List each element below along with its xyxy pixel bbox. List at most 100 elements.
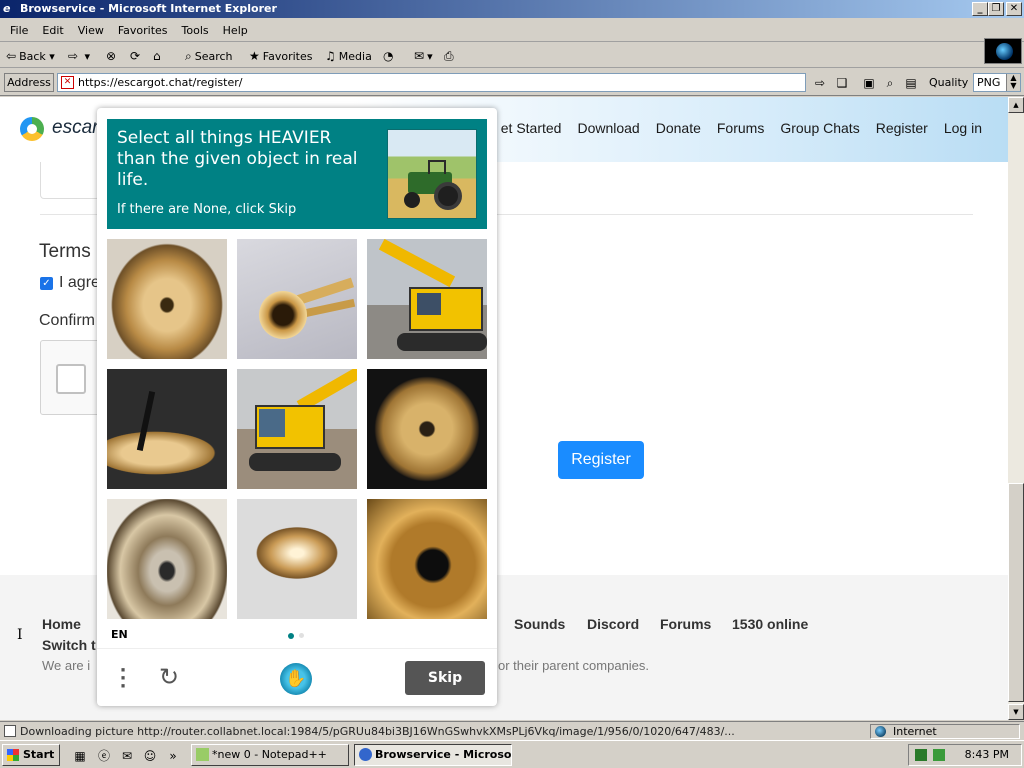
nav-get-started[interactable]: et Started (501, 120, 562, 136)
scroll-up-icon[interactable]: ▲ (1008, 97, 1024, 113)
nav-donate[interactable]: Donate (656, 120, 701, 136)
home-button[interactable]: ⌂ (153, 46, 164, 66)
search-icon: ⌕ (185, 49, 192, 63)
home-icon: ⌂ (153, 49, 161, 63)
captcha-tile-1-cymbal[interactable] (107, 239, 227, 359)
start-button[interactable]: Start (2, 744, 60, 766)
show-desktop-icon[interactable]: ▦ (72, 748, 88, 764)
search-button[interactable]: ⌕ Search (185, 46, 233, 66)
captcha-checkbox[interactable] (56, 364, 86, 394)
captcha-tile-8-cymbal[interactable] (237, 499, 357, 619)
confirm-label: Confirm (39, 312, 96, 329)
skip-button[interactable]: Skip (405, 661, 485, 695)
captcha-tile-5-excavator[interactable] (237, 369, 357, 489)
nav-forums[interactable]: Forums (717, 120, 764, 136)
escargot-logo-icon[interactable] (20, 117, 44, 141)
favorites-icon: ★ (249, 49, 260, 63)
clipboard-icon[interactable]: ▤ (903, 75, 919, 91)
menu-edit[interactable]: Edit (35, 20, 70, 42)
ie-quicklaunch-icon[interactable]: ⓔ (96, 748, 112, 764)
menu-view[interactable]: View (71, 20, 111, 42)
excavator-window (417, 293, 441, 315)
quicklaunch-more-icon[interactable]: » (165, 748, 181, 764)
favorites-label: Favorites (262, 50, 313, 63)
nav-register[interactable]: Register (876, 120, 928, 136)
menu-help[interactable]: Help (216, 20, 255, 42)
form-input-field[interactable] (40, 162, 100, 199)
go-icon[interactable]: ⇨ (812, 75, 828, 91)
menu-tools[interactable]: Tools (175, 20, 216, 42)
history-button[interactable]: ◔ (383, 46, 396, 66)
mail-button[interactable]: ✉ ▾ (414, 46, 433, 66)
quality-dropdown-icon[interactable]: ▲ ▼ (1006, 74, 1020, 91)
quality-select[interactable]: PNG ▲ ▼ (973, 73, 1021, 92)
zoom-icon[interactable]: ▣ (861, 75, 877, 91)
captcha-tile-7-cymbal[interactable] (107, 499, 227, 619)
hcaptcha-logo-icon: ✋ (280, 663, 312, 695)
captcha-tile-2-trumpet[interactable] (237, 239, 357, 359)
footer-forums-link[interactable]: Forums (660, 616, 711, 632)
refresh-challenge-icon[interactable]: ↻ (155, 663, 183, 691)
start-label: Start (23, 748, 55, 761)
page-indicator-active (288, 633, 294, 639)
back-label: Back (19, 50, 46, 63)
menu-file[interactable]: File (3, 20, 35, 42)
site-brand[interactable]: escar (52, 117, 98, 139)
print-button[interactable]: ⎙ (444, 46, 457, 66)
media-button[interactable]: ♫ Media (325, 46, 372, 66)
favorites-button[interactable]: ★ Favorites (249, 46, 312, 66)
captcha-tile-4-cymbal[interactable] (107, 369, 227, 489)
address-input[interactable]: ✕ https://escargot.chat/register/ (57, 73, 806, 92)
find-icon[interactable]: ⌕ (882, 75, 898, 91)
app-tray-icon[interactable] (933, 749, 945, 761)
nav-download[interactable]: Download (577, 120, 639, 136)
close-button[interactable]: ✕ (1006, 2, 1022, 16)
footer-text-start: We are i (42, 658, 91, 673)
scroll-down-icon[interactable]: ▼ (1008, 704, 1024, 720)
restore-button[interactable]: ❐ (988, 2, 1004, 16)
site-nav: et Started Download Donate Forums Group Chat… (485, 120, 982, 136)
mail-icon: ✉ (414, 49, 425, 63)
footer-home-link[interactable]: Home (42, 616, 81, 632)
more-options-icon[interactable]: · · · (117, 662, 129, 696)
page-indicator (299, 633, 304, 638)
captcha-language[interactable]: EN (111, 628, 128, 641)
captcha-prompt: Select all things HEAVIER than the given… (107, 119, 487, 229)
task-notepad[interactable]: *new 0 - Notepad++ (191, 744, 349, 766)
task-browser[interactable]: Browservice - Microso... (354, 744, 512, 766)
text-cursor-icon: I (17, 627, 23, 643)
forward-button[interactable]: ⇨ ▾ (68, 46, 90, 66)
footer-discord-link[interactable]: Discord (587, 616, 639, 632)
captcha-tile-3-excavator[interactable] (367, 239, 487, 359)
nav-login[interactable]: Log in (944, 120, 982, 136)
nav-group-chats[interactable]: Group Chats (780, 120, 859, 136)
clock[interactable]: 8:43 PM (965, 745, 1009, 765)
footer-sounds-link[interactable]: Sounds (514, 616, 565, 632)
window-title-bar: e Browservice - Microsoft Internet Explo… (0, 0, 1024, 18)
tractor-front-wheel (404, 192, 420, 208)
captcha-tile-6-cymbal[interactable] (367, 369, 487, 489)
outlook-quicklaunch-icon[interactable]: ✉ (119, 748, 135, 764)
captcha-tile-9-cymbal[interactable] (367, 499, 487, 619)
status-bar: Downloading picture http://router.collab… (0, 721, 1024, 740)
minimize-button[interactable]: _ (972, 2, 988, 16)
footer-switch-link[interactable]: Switch t (42, 637, 96, 653)
menu-favorites[interactable]: Favorites (111, 20, 175, 42)
messenger-quicklaunch-icon[interactable]: ☺ (142, 748, 158, 764)
task-notepad-label: *new 0 - Notepad++ (212, 748, 327, 761)
forward-arrow-icon: ⇨ (68, 49, 79, 63)
excavator-arm (378, 239, 456, 288)
scroll-thumb[interactable] (1008, 483, 1024, 702)
stop-button[interactable]: ⊗ (106, 46, 119, 66)
refresh-button[interactable]: ⟳ (130, 46, 143, 66)
back-button[interactable]: ⇦ Back ▾ (6, 46, 55, 66)
bookmark-icon[interactable]: ❑ (834, 75, 850, 91)
tractor-rear-wheel (434, 182, 462, 210)
agree-checkbox[interactable]: ✓ (40, 277, 53, 290)
vertical-scrollbar[interactable]: ▲ ▼ (1008, 97, 1024, 720)
network-tray-icon[interactable] (915, 749, 927, 761)
back-arrow-icon: ⇦ (6, 49, 17, 63)
register-button[interactable]: Register (558, 441, 644, 479)
insecure-page-icon: ✕ (61, 76, 74, 89)
excavator-window (259, 409, 285, 437)
